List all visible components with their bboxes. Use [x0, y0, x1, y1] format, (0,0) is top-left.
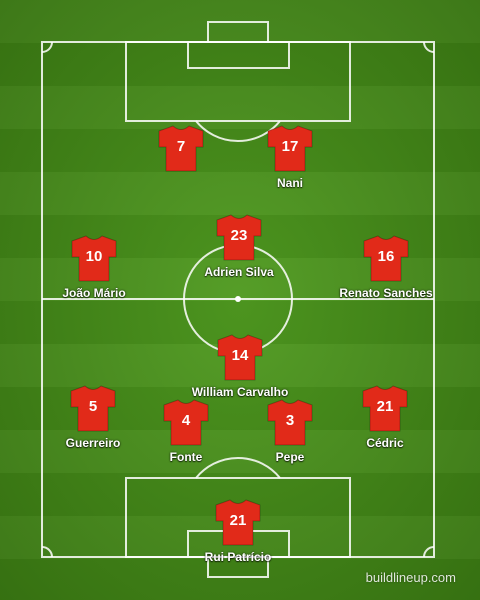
shirt-icon: 17	[264, 124, 316, 172]
shirt-icon: 14	[214, 333, 266, 381]
center-spot	[235, 296, 241, 302]
shirt-icon: 3	[264, 398, 316, 446]
corner-arc-top-right	[423, 41, 435, 53]
pitch: 7 17 Nani 23 Adrien Silva 10 João Mário	[0, 0, 480, 600]
shirt-icon: 5	[67, 384, 119, 432]
top-goal	[207, 21, 269, 43]
player-name: William Carvalho	[191, 385, 289, 399]
player-name: Rui Patrício	[204, 550, 272, 564]
player-name: João Mário	[62, 286, 126, 300]
top-penalty-box	[125, 41, 351, 122]
player-name: Adrien Silva	[204, 265, 274, 279]
top-goal-box	[187, 41, 290, 69]
shirt-number: 10	[85, 248, 103, 265]
corner-arc-bottom-left	[41, 546, 53, 558]
shirt-number: 21	[229, 512, 247, 529]
shirt-icon: 4	[160, 398, 212, 446]
corner-arc-top-left	[41, 41, 53, 53]
shirt-number: 7	[176, 138, 186, 155]
shirt-number: 5	[88, 398, 98, 415]
player-card[interactable]: 16 Renato Sanches	[316, 234, 456, 300]
shirt-number: 16	[377, 248, 395, 265]
shirt-icon: 21	[212, 498, 264, 546]
shirt-number: 4	[181, 412, 191, 429]
shirt-icon: 21	[359, 384, 411, 432]
shirt-icon: 7	[155, 124, 207, 172]
player-card[interactable]: 21 Rui Patrício	[168, 498, 308, 564]
shirt-number: 23	[230, 227, 248, 244]
corner-arc-bottom-right	[423, 546, 435, 558]
player-name: Renato Sanches	[339, 286, 433, 300]
shirt-icon: 23	[213, 213, 265, 261]
shirt-icon: 10	[68, 234, 120, 282]
player-card[interactable]: 21 Cédric	[315, 384, 455, 450]
shirt-number: 17	[281, 138, 299, 155]
player-card[interactable]: 14 William Carvalho	[170, 333, 310, 399]
player-name: Nani	[276, 176, 303, 190]
player-card[interactable]: 23 Adrien Silva	[169, 213, 309, 279]
watermark: buildlineup.com	[365, 570, 456, 585]
player-name: Pepe	[275, 450, 305, 464]
player-card[interactable]: 17 Nani	[220, 124, 360, 190]
player-name: Cédric	[366, 436, 404, 450]
shirt-number: 21	[376, 398, 394, 415]
shirt-number: 3	[285, 412, 295, 429]
shirt-icon: 16	[360, 234, 412, 282]
player-card[interactable]: 10 João Mário	[24, 234, 164, 300]
shirt-number: 14	[231, 347, 249, 364]
